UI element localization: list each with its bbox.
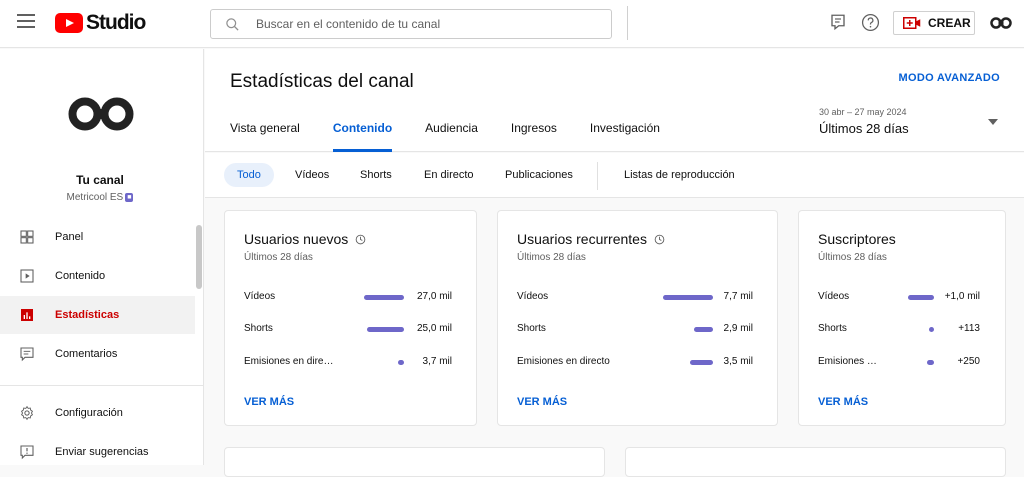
tab-research[interactable]: Investigación [590, 121, 660, 152]
card-title: Usuarios nuevos [244, 231, 366, 247]
metric-bar [927, 360, 934, 365]
see-more-link[interactable]: VER MÁS [818, 396, 868, 408]
chip-videos[interactable]: Vídeos [282, 163, 342, 187]
date-period[interactable]: Últimos 28 días [819, 121, 909, 136]
channel-subtitle: Metricool ES ■ [66, 192, 134, 203]
content-filter-chips: Todo Vídeos Shorts En directo Publicacio… [205, 153, 1024, 198]
divider [597, 162, 598, 190]
sidebar-item-feedback[interactable]: Enviar sugerencias [0, 433, 195, 471]
card-subtitle: Últimos 28 días [517, 252, 586, 263]
metric-row: Shorts +113 [818, 323, 980, 334]
chip-live[interactable]: En directo [411, 163, 487, 187]
divider [627, 6, 628, 40]
video-plus-icon [903, 17, 921, 29]
tab-revenue[interactable]: Ingresos [511, 121, 557, 152]
sidebar-item-comments[interactable]: Comentarios [0, 335, 195, 373]
account-avatar[interactable] [990, 17, 1012, 29]
advanced-mode-button[interactable]: MODO AVANZADO [899, 72, 1000, 84]
help-icon[interactable] [861, 13, 880, 32]
see-more-link[interactable]: VER MÁS [517, 396, 567, 408]
card-returning-viewers: Usuarios recurrentes Últimos 28 días Víd… [497, 210, 778, 426]
chip-all[interactable]: Todo [224, 163, 274, 187]
metric-row: Emisiones … +250 [818, 356, 980, 367]
sidebar-item-analytics[interactable]: Estadísticas [0, 296, 195, 334]
search-icon [226, 17, 239, 31]
tab-overview[interactable]: Vista general [230, 121, 300, 152]
chip-shorts[interactable]: Shorts [347, 163, 405, 187]
card-new-viewers: Usuarios nuevos Últimos 28 días Vídeos 2… [224, 210, 477, 426]
search-bar[interactable] [210, 9, 612, 39]
sidebar-item-settings[interactable]: Configuración [0, 394, 195, 432]
tab-audience[interactable]: Audiencia [425, 121, 478, 152]
menu-icon[interactable] [17, 14, 35, 30]
metric-bar [908, 295, 934, 300]
metric-bar [694, 327, 713, 332]
card-subtitle: Últimos 28 días [818, 252, 887, 263]
see-more-link[interactable]: VER MÁS [244, 396, 294, 408]
comments-icon [20, 347, 34, 362]
create-button[interactable]: CREAR [893, 11, 975, 35]
studio-logo[interactable]: Studio [55, 11, 146, 35]
dashboard-icon [20, 230, 34, 244]
content-icon [20, 269, 34, 283]
channel-name: Tu canal [76, 173, 124, 187]
chip-posts[interactable]: Publicaciones [492, 163, 586, 187]
chip-playlists[interactable]: Listas de reproducción [611, 163, 748, 187]
metric-row: Emisiones en dire… 3,7 mil [244, 356, 452, 367]
card-subtitle: Últimos 28 días [244, 252, 313, 263]
clock-icon[interactable] [654, 234, 665, 245]
analytics-header: Estadísticas del canal MODO AVANZADO Vis… [205, 49, 1024, 152]
metric-bar [364, 295, 404, 300]
badge-icon: ■ [125, 193, 134, 202]
sidebar-scrollbar[interactable] [196, 225, 202, 289]
metric-row: Emisiones en directo 3,5 mil [517, 356, 753, 367]
channel-avatar[interactable] [68, 97, 134, 131]
metric-bar [367, 327, 404, 332]
metric-row: Shorts 25,0 mil [244, 323, 452, 334]
settings-icon [20, 405, 34, 421]
date-range[interactable]: 30 abr – 27 may 2024 [819, 107, 907, 117]
card-title: Suscriptores [818, 231, 896, 247]
metric-bar [398, 360, 404, 365]
analytics-icon [21, 309, 33, 321]
card-subscribers: Suscriptores Últimos 28 días Vídeos +1,0… [798, 210, 1006, 426]
captions-icon[interactable] [829, 13, 847, 31]
youtube-play-icon [55, 13, 83, 33]
metric-bar [663, 295, 713, 300]
sidebar-item-panel[interactable]: Panel [0, 218, 195, 256]
top-bar: Studio CREAR [0, 0, 1024, 48]
metric-bar [690, 360, 713, 365]
sidebar: Tu canal Metricool ES ■ Panel Contenido E… [0, 49, 204, 465]
metric-row: Vídeos +1,0 mil [818, 291, 980, 302]
metric-row: Vídeos 27,0 mil [244, 291, 452, 302]
clock-icon[interactable] [355, 234, 366, 245]
card-partial [625, 447, 1006, 477]
tabs: Vista general Contenido Audiencia Ingres… [230, 121, 693, 152]
metric-bar [929, 327, 934, 332]
metric-row: Shorts 2,9 mil [517, 323, 753, 334]
feedback-icon [20, 445, 34, 460]
card-title: Usuarios recurrentes [517, 231, 665, 247]
main-content: Estadísticas del canal MODO AVANZADO Vis… [205, 49, 1024, 477]
metric-row: Vídeos 7,7 mil [517, 291, 753, 302]
page-title: Estadísticas del canal [230, 71, 414, 92]
sidebar-item-content[interactable]: Contenido [0, 257, 195, 295]
search-input[interactable] [256, 17, 586, 31]
tab-content[interactable]: Contenido [332, 121, 393, 152]
card-partial [224, 447, 605, 477]
dropdown-arrow-icon[interactable] [988, 119, 998, 125]
divider [0, 385, 204, 386]
